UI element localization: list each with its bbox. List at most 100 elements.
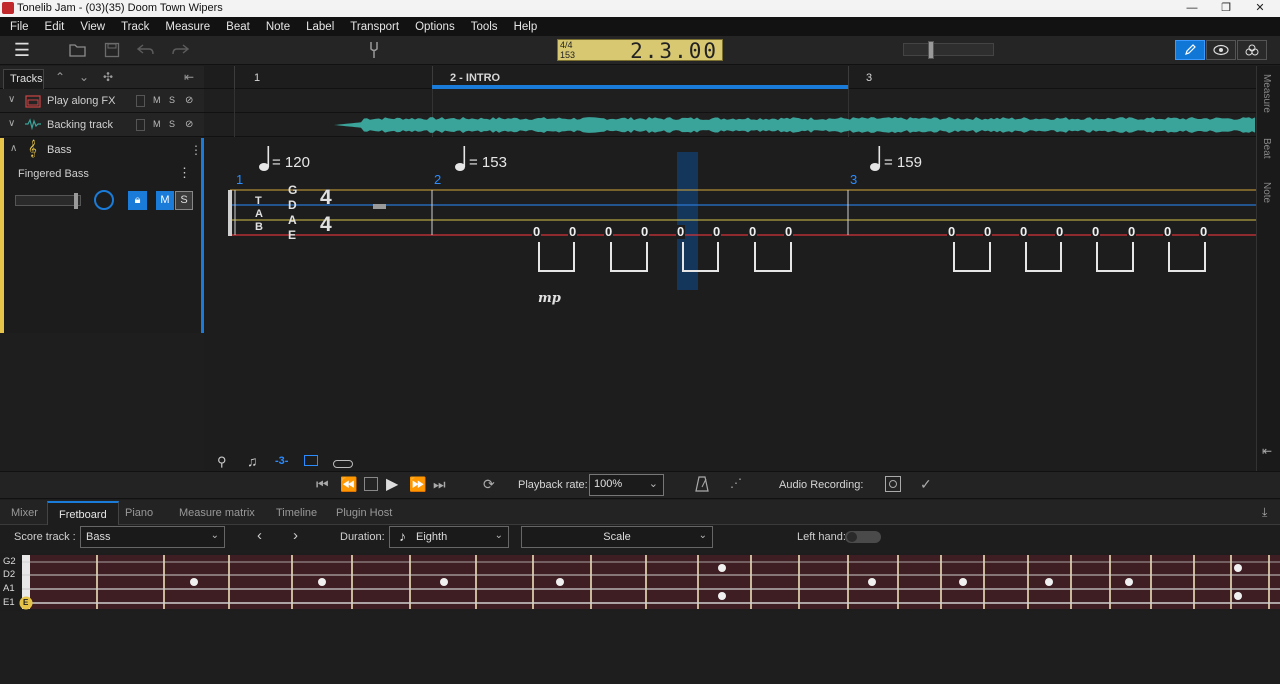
tab-note[interactable]: 0 <box>1019 225 1029 239</box>
measure-ruler[interactable]: 1 2 - INTRO 3 <box>204 66 1256 89</box>
chevron-down-icon[interactable]: ∨ <box>8 94 15 105</box>
collapse-panel-icon[interactable]: ⇤ <box>184 70 194 84</box>
checkmark-icon[interactable]: ✓ <box>920 476 932 493</box>
tempo-marking-1[interactable]: = 120 <box>272 154 310 171</box>
play-along-fx-lane[interactable] <box>204 89 1256 113</box>
time-signature-bottom[interactable]: 4 <box>320 213 332 237</box>
dynamic-marking[interactable]: mp <box>538 291 561 306</box>
tab-note[interactable]: 0 <box>532 225 542 239</box>
minimize-button[interactable]: — <box>1182 1 1202 15</box>
tab-note[interactable]: 0 <box>1091 225 1101 239</box>
menu-file[interactable]: File <box>10 21 29 33</box>
bass-mute-button[interactable]: M <box>156 191 174 210</box>
volume-slider-thumb[interactable] <box>74 193 78 209</box>
view-mode-button[interactable] <box>1206 40 1236 60</box>
ruler-measure-2[interactable]: 2 - INTRO <box>450 72 500 84</box>
redo-icon[interactable] <box>170 41 190 59</box>
tab-piano[interactable]: Piano <box>125 507 153 519</box>
tab-mixer[interactable]: Mixer <box>11 507 38 519</box>
tab-note[interactable]: 0 <box>676 225 686 239</box>
hide-eye-icon[interactable]: ⊘ <box>185 119 193 130</box>
metronome-icon[interactable] <box>695 476 709 495</box>
menu-edit[interactable]: Edit <box>45 21 65 33</box>
tab-timeline[interactable]: Timeline <box>276 507 317 519</box>
go-to-start-icon[interactable]: ⏮ <box>316 476 329 493</box>
menu-icon[interactable]: ☰ <box>12 40 32 60</box>
solo-button[interactable]: S <box>169 119 175 129</box>
move-up-icon[interactable]: ⌃ <box>55 70 65 84</box>
menu-transport[interactable]: Transport <box>350 21 399 33</box>
add-track-icon[interactable]: ✣ <box>103 70 113 84</box>
hide-eye-icon[interactable]: ⊘ <box>185 95 193 106</box>
tab-note[interactable]: 0 <box>748 225 758 239</box>
undo-icon[interactable] <box>136 41 156 59</box>
menu-note[interactable]: Note <box>266 21 290 33</box>
zoom-slider[interactable] <box>903 41 994 59</box>
mute-button[interactable]: M <box>153 95 161 105</box>
tab-note[interactable]: 0 <box>1199 225 1209 239</box>
beat-cursor[interactable] <box>677 152 698 290</box>
previous-icon[interactable]: ‹ <box>257 527 262 544</box>
menu-label[interactable]: Label <box>306 21 334 33</box>
chevron-up-icon[interactable]: ∧ <box>10 143 17 154</box>
side-tab-measure[interactable]: Measure <box>1261 74 1272 113</box>
tab-note[interactable]: 0 <box>983 225 993 239</box>
tab-note[interactable]: 0 <box>1127 225 1137 239</box>
next-icon[interactable]: › <box>293 527 298 544</box>
pill-icon[interactable] <box>333 460 353 468</box>
pan-knob[interactable] <box>94 190 114 210</box>
track-row-play-along-fx[interactable]: ∨ Play along FX M S ⊘ <box>0 89 204 113</box>
tempo-marking-3[interactable]: = 159 <box>884 154 922 171</box>
tab-note[interactable]: 0 <box>712 225 722 239</box>
position-display[interactable]: 4/4 153 2.3.00 <box>557 39 723 63</box>
instrument-menu-icon[interactable]: ⋮ <box>178 165 191 181</box>
edit-mode-button[interactable] <box>1175 40 1205 60</box>
tab-note[interactable]: 0 <box>1163 225 1173 239</box>
volume-slider[interactable] <box>15 193 81 209</box>
menu-help[interactable]: Help <box>514 21 538 33</box>
tab-plugin-host[interactable]: Plugin Host <box>336 507 392 519</box>
open-folder-icon[interactable] <box>68 41 88 59</box>
search-icon[interactable]: ⚲ <box>217 454 227 470</box>
menu-options[interactable]: Options <box>415 21 455 33</box>
count-in-icon[interactable]: ⋰ <box>730 476 742 490</box>
loop-icon[interactable]: ⟳ <box>483 476 495 493</box>
rest-mark[interactable] <box>373 204 386 209</box>
tuner-fork-icon[interactable] <box>364 41 384 59</box>
mixer-mode-button[interactable] <box>1237 40 1267 60</box>
scale-select[interactable]: Scale ⌄ <box>521 526 713 548</box>
tab-note[interactable]: 0 <box>947 225 957 239</box>
time-signature-top[interactable]: 4 <box>320 186 332 210</box>
tracks-tab[interactable]: Tracks <box>3 69 44 89</box>
menu-view[interactable]: View <box>80 21 105 33</box>
collapse-side-icon[interactable]: ⇤ <box>1262 444 1272 458</box>
playback-rate-select[interactable]: 100% ⌄ <box>589 474 664 496</box>
close-button[interactable]: ✕ <box>1250 1 1270 15</box>
restore-button[interactable]: ❐ <box>1216 1 1236 15</box>
fretboard[interactable]: G2 D2 A1 E1 E <box>0 553 1280 611</box>
menu-track[interactable]: Track <box>121 21 149 33</box>
tab-measure-matrix[interactable]: Measure matrix <box>179 507 255 519</box>
tab-note[interactable]: 0 <box>568 225 578 239</box>
bass-instrument-name[interactable]: Fingered Bass <box>18 168 89 180</box>
tab-note[interactable]: 0 <box>640 225 650 239</box>
bass-track-panel[interactable]: ∧ 𝄞 Bass ⋮ Fingered Bass ⋮ 🔒︎ M S <box>0 138 204 333</box>
save-icon[interactable] <box>102 41 122 59</box>
bass-solo-button[interactable]: S <box>175 191 193 210</box>
tab-note[interactable]: 0 <box>1055 225 1065 239</box>
note-icon[interactable]: ♫ <box>247 453 258 469</box>
play-icon[interactable]: ▶ <box>386 474 398 494</box>
score-view[interactable]: = 120 = 153 = 159 1 2 3 T A B G D A E 4 … <box>204 138 1256 471</box>
triplet-button[interactable]: -3- <box>275 455 288 467</box>
record-icon[interactable] <box>885 476 901 492</box>
menu-measure[interactable]: Measure <box>165 21 210 33</box>
menu-tools[interactable]: Tools <box>471 21 498 33</box>
menu-beat[interactable]: Beat <box>226 21 250 33</box>
ruler-measure-1[interactable]: 1 <box>254 72 260 84</box>
tab-fretboard[interactable]: Fretboard <box>47 501 119 525</box>
ruler-measure-3[interactable]: 3 <box>866 72 872 84</box>
zoom-slider-thumb[interactable] <box>928 41 934 59</box>
stop-icon[interactable] <box>364 477 378 491</box>
duration-select[interactable]: ♪ Eighth ⌄ <box>389 526 509 548</box>
mute-button[interactable]: M <box>153 119 161 129</box>
